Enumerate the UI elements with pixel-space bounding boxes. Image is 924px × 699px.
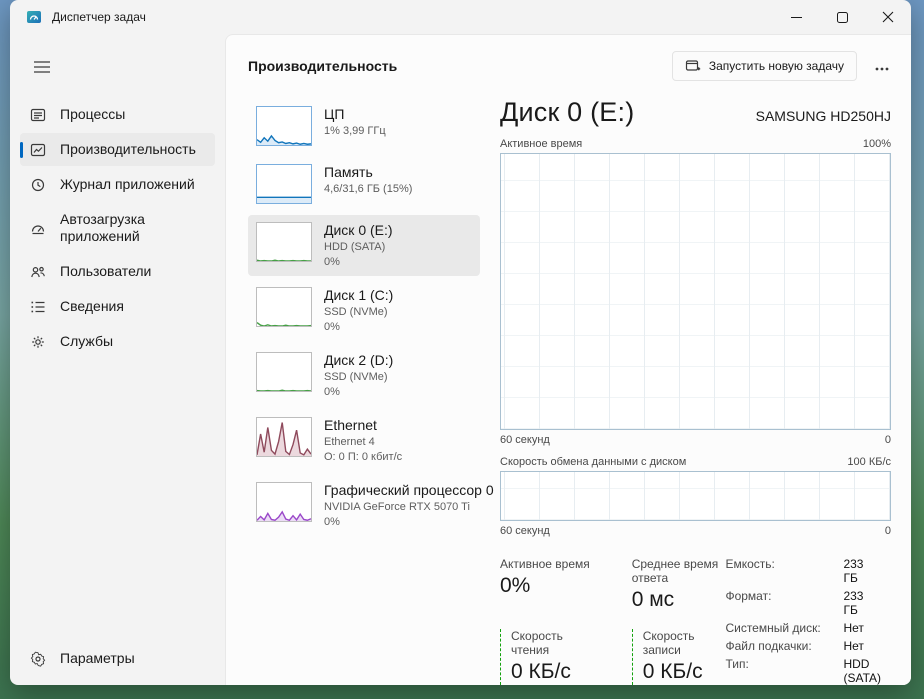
sidebar-item-label: Параметры [60,650,135,666]
memory-graph-thumbnail [256,164,312,204]
disk-detail-panel: Диск 0 (E:) SAMSUNG HD250HJ Активное вре… [486,95,895,685]
minimize-button[interactable] [773,0,819,34]
services-gear-icon [30,334,46,350]
run-task-label: Запустить новую задачу [708,59,844,73]
active-time-axis-right: 0 [884,433,891,446]
cpu-graph-thumbnail [256,106,312,146]
perf-item-cpu[interactable]: ЦП 1% 3,99 ГГц [248,99,480,153]
window-title: Диспетчер задач [52,10,146,24]
sidebar-item-processes[interactable]: Процессы [20,98,215,131]
perf-item-memory[interactable]: Память 4,6/31,6 ГБ (15%) [248,157,480,211]
transfer-chart-max: 100 КБ/с [847,455,891,468]
menu-toggle-button[interactable] [24,50,60,84]
stat-read-speed: Скорость чтения 0 КБ/с [500,629,594,685]
disk2-graph-thumbnail [256,352,312,392]
detail-title: Диск 0 (E:) [500,97,635,127]
disk1-graph-thumbnail [256,287,312,327]
main-panel: Производительность Запустить новую задач… [225,34,911,685]
sidebar-item-details[interactable]: Сведения [20,290,215,323]
sidebar-item-app-history[interactable]: Журнал приложений [20,168,215,201]
stat-avg-response-time: Среднее время ответа 0 мс [631,557,719,611]
titlebar[interactable]: Диспетчер задач [10,0,911,34]
run-new-task-button[interactable]: Запустить новую задачу [671,51,857,81]
transfer-axis-right: 0 [884,525,891,537]
sidebar-item-label: Процессы [60,106,126,122]
details-list-icon [30,299,46,315]
gpu-graph-thumbnail [256,482,312,522]
close-button[interactable] [865,0,911,34]
perf-item-disk2[interactable]: Диск 2 (D:) SSD (NVMe) 0% [248,345,480,406]
perf-item-disk1[interactable]: Диск 1 (C:) SSD (NVMe) 0% [248,280,480,341]
sidebar-item-label: Автозагрузка приложений [60,211,145,244]
sidebar-item-label: Журнал приложений [60,176,195,192]
transfer-rate-chart [500,470,891,521]
perf-item-ethernet[interactable]: Ethernet Ethernet 4 О: 0 П: 0 кбит/с [248,410,480,471]
sidebar-item-performance[interactable]: Производительность [20,133,215,166]
more-options-button[interactable] [867,53,897,80]
app-icon [26,9,42,25]
disk-properties: Емкость: 233 ГБ Формат: 233 ГБ Системный… [725,557,882,685]
sidebar-item-label: Службы [60,333,114,349]
stat-active-time: Активное время 0% [500,557,590,597]
maximize-button[interactable] [819,0,865,34]
ethernet-graph-thumbnail [256,417,312,457]
perf-item-disk0[interactable]: Диск 0 (E:) HDD (SATA) 0% [248,215,480,276]
history-clock-icon [30,177,46,193]
transfer-axis-left: 60 секунд [500,525,550,537]
transfer-chart-label: Скорость обмена данными с диском [500,455,687,468]
startup-gauge-icon [30,220,46,236]
stat-write-speed: Скорость записи 0 КБ/с [631,629,726,685]
active-time-chart-label: Активное время [500,138,583,150]
active-time-chart [500,153,891,430]
sidebar-item-label: Производительность [60,141,196,157]
sidebar-item-users[interactable]: Пользователи [20,255,215,288]
performance-resource-list: ЦП 1% 3,99 ГГц Память 4,6/31,6 ГБ (15%) [238,95,494,685]
processes-icon [30,107,46,123]
gear-icon [30,651,46,667]
sidebar-item-label: Сведения [60,298,124,314]
active-time-axis-left: 60 секунд [500,433,550,446]
device-name: SAMSUNG HD250HJ [755,108,891,124]
sidebar-item-startup-apps[interactable]: Автозагрузка приложений [20,203,215,253]
page-title: Производительность [248,58,398,74]
sidebar-item-settings[interactable]: Параметры [20,642,215,675]
disk0-graph-thumbnail [256,222,312,262]
active-time-chart-max: 100% [862,138,891,150]
perf-item-gpu[interactable]: Графический процессор 0 NVIDIA GeForce R… [248,475,494,536]
sidebar: Процессы Производительность Журнал прило… [10,34,225,685]
run-task-icon [685,58,701,74]
sidebar-item-services[interactable]: Службы [20,325,215,358]
disk-stats: Активное время 0% Среднее время ответа 0… [500,557,725,685]
users-icon [30,264,46,280]
sidebar-item-label: Пользователи [60,263,152,279]
task-manager-window: Диспетчер задач Процессы Производительно… [10,0,911,685]
performance-icon [30,142,46,158]
